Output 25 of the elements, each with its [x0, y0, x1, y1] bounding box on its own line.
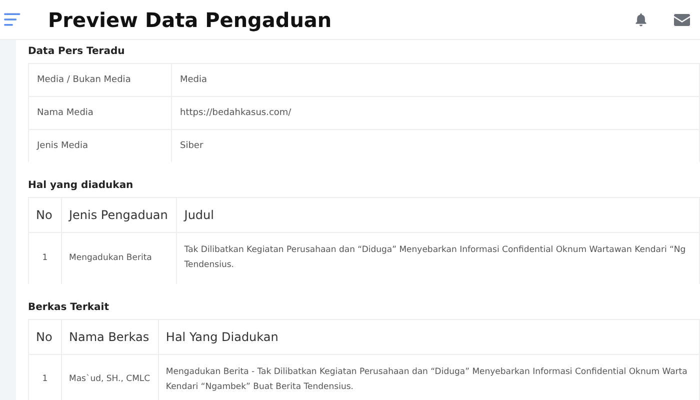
table-cell: Mengadukan Berita - Tak Dilibatkan Kegiatan Perusahaan dan “Diduga” Menyebarkan Informasi Confidential Oknum Warta Kendari “Ngambek” Buat Berita Tendensius. [158, 354, 700, 400]
table-cell: Mengadukan Berita [62, 232, 177, 284]
column-header: No [28, 198, 62, 232]
table-cell: Jenis Media [28, 130, 172, 162]
column-header: Nama Berkas [62, 319, 158, 354]
table-cell: Nama Media [28, 96, 172, 130]
mail-icon[interactable] [674, 14, 690, 26]
column-header: Jenis Pengaduan [62, 198, 177, 232]
table-cell: Media [172, 64, 700, 96]
section-title: Hal yang diadukan [28, 179, 134, 193]
column-header: Judul [176, 198, 700, 232]
page-title: Preview Data Pengaduan [48, 8, 333, 32]
table-cell: https://bedahkasus.com/ [172, 96, 700, 130]
section-title: Berkas Terkait [28, 300, 110, 315]
table-cell: 1 [28, 354, 62, 400]
table-cell: Tak Dilibatkan Kegiatan Perusahaan dan “Diduga” Menyebarkan Informasi Confidential Oknum Wartawan Kendari “Ng Tendensius. [176, 232, 700, 284]
section-title: Data Pers Teradu [28, 45, 126, 59]
table-cell: Siber [172, 130, 700, 162]
bell-icon[interactable] [634, 12, 648, 27]
column-header: No [28, 319, 62, 354]
menu-icon[interactable] [4, 12, 22, 27]
table-cell: 1 [28, 232, 62, 284]
table-cell: Mas`ud, SH., CMLC [62, 354, 158, 400]
table-cell: Media / Bukan Media [28, 64, 172, 96]
column-header: Hal Yang Diadukan [158, 319, 700, 354]
